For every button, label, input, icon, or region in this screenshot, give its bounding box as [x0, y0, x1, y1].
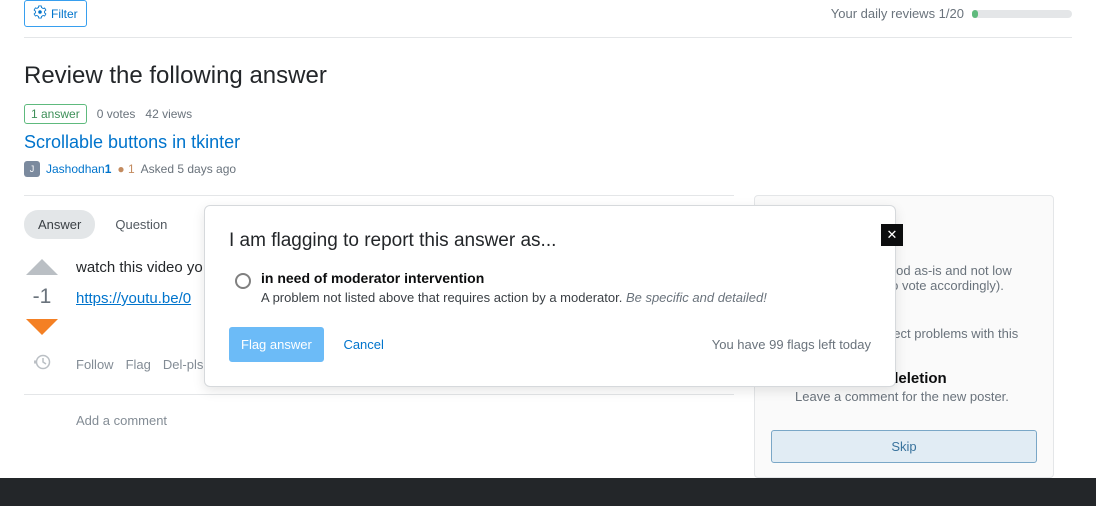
tab-answer[interactable]: Answer — [24, 210, 95, 239]
mod-option-em: Be specific and detailed! — [626, 290, 767, 305]
view-count: 42 views — [145, 107, 192, 121]
add-comment-link[interactable]: Add a comment — [76, 413, 734, 428]
filter-button[interactable]: Filter — [24, 0, 87, 27]
upvote-button[interactable] — [26, 259, 58, 275]
history-icon[interactable] — [33, 353, 51, 376]
gear-icon — [33, 5, 47, 22]
question-title-link[interactable]: Scrollable buttons in tkinter — [24, 132, 1072, 153]
tab-question[interactable]: Question — [101, 210, 181, 239]
answer-link[interactable]: https://youtu.be/0 — [76, 290, 191, 307]
radio-mod-intervention[interactable] — [235, 273, 251, 289]
cancel-button[interactable]: Cancel — [343, 337, 383, 352]
daily-reviews-text: Your daily reviews 1/20 — [831, 6, 964, 21]
flag-link[interactable]: Flag — [126, 357, 151, 372]
asked-time: Asked 5 days ago — [141, 162, 236, 176]
daily-reviews-bar — [972, 10, 1072, 18]
modal-title: I am flagging to report this answer as..… — [229, 230, 871, 252]
author-badge: ● 1 — [117, 162, 134, 176]
page-footer — [0, 478, 1096, 506]
vote-count: 0 votes — [97, 107, 136, 121]
author-rep-bold: 1 — [105, 162, 112, 176]
mod-option-label: in need of moderator intervention — [261, 270, 767, 286]
flags-remaining: You have 99 flags left today — [712, 337, 871, 352]
author-avatar[interactable]: J — [24, 161, 40, 177]
review-heading: Review the following answer — [24, 62, 1072, 90]
mod-option-desc: A problem not listed above that requires… — [261, 290, 626, 305]
delete-desc: Leave a comment for the new poster. — [795, 389, 1009, 404]
answer-score: -1 — [33, 285, 52, 309]
flag-modal: ✕ I am flagging to report this answer as… — [204, 205, 896, 387]
follow-link[interactable]: Follow — [76, 357, 114, 372]
delpls-link[interactable]: Del-pls — [163, 357, 203, 372]
filter-label: Filter — [51, 7, 78, 21]
author-name[interactable]: Jashodhan — [46, 162, 105, 176]
flag-answer-button[interactable]: Flag answer — [229, 327, 324, 362]
skip-button[interactable]: Skip — [771, 430, 1037, 463]
downvote-button[interactable] — [26, 319, 58, 335]
close-icon[interactable]: ✕ — [881, 224, 903, 246]
answer-count-tag: 1 answer — [24, 104, 87, 124]
